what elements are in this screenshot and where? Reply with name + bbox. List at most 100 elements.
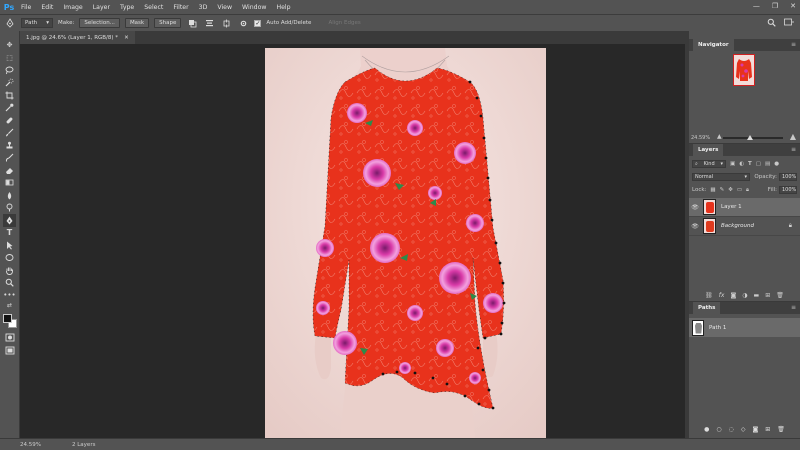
menu-help[interactable]: Help bbox=[271, 4, 295, 11]
workspace-switcher-icon[interactable] bbox=[784, 18, 794, 29]
paths-panel-menu-icon[interactable]: ≡ bbox=[791, 304, 796, 311]
trash-icon[interactable]: 🗑︎ bbox=[777, 426, 785, 436]
foreground-color-swatch[interactable] bbox=[2, 313, 12, 323]
status-document-info[interactable]: 2 Layers bbox=[72, 442, 95, 448]
zoom-out-icon[interactable]: ▲ bbox=[717, 133, 722, 140]
close-tab-icon[interactable]: ✕ bbox=[124, 35, 129, 41]
tool-mode-select[interactable]: Path ▾ bbox=[21, 18, 53, 28]
filter-smart-object-icon[interactable]: ▤ bbox=[765, 161, 770, 167]
menu-view[interactable]: View bbox=[212, 4, 237, 11]
paths-tab[interactable]: Paths bbox=[693, 302, 721, 314]
quick-selection-tool-icon[interactable] bbox=[3, 77, 16, 90]
filter-adjustment-icon[interactable]: ◐ bbox=[739, 161, 744, 167]
new-path-icon[interactable]: ⊞ bbox=[765, 426, 770, 436]
lasso-tool-icon[interactable] bbox=[3, 64, 16, 77]
type-tool-icon[interactable]: T bbox=[3, 227, 16, 240]
menu-layer[interactable]: Layer bbox=[88, 4, 115, 11]
filter-pixel-icon[interactable]: ▣ bbox=[730, 161, 735, 167]
zoom-tool-icon[interactable] bbox=[3, 277, 16, 290]
close-icon[interactable]: ✕ bbox=[790, 2, 796, 10]
add-mask-icon[interactable]: ◙ bbox=[752, 426, 758, 436]
make-shape-button[interactable]: Shape bbox=[154, 18, 182, 28]
crop-tool-icon[interactable] bbox=[3, 89, 16, 102]
ellipse-tool-icon[interactable] bbox=[3, 252, 16, 265]
filter-type-icon[interactable]: T bbox=[748, 161, 752, 167]
minimize-icon[interactable]: — bbox=[753, 2, 760, 10]
zoom-slider-handle[interactable] bbox=[747, 135, 753, 140]
filter-toggle-icon[interactable]: ● bbox=[774, 161, 779, 167]
align-edges-checkbox-label[interactable]: Align Edges bbox=[328, 20, 360, 26]
screen-mode-icon[interactable] bbox=[3, 344, 16, 357]
filter-shape-icon[interactable]: ▢ bbox=[756, 161, 761, 167]
path-row-path-1[interactable]: Path 1 bbox=[689, 318, 800, 337]
lock-all-icon[interactable]: 🔒︎ bbox=[746, 187, 749, 194]
menu-select[interactable]: Select bbox=[139, 4, 168, 11]
fill-input[interactable]: 100% bbox=[779, 186, 797, 194]
document-tab[interactable]: 1.jpg @ 24.6% (Layer 1, RGB/8) * ✕ bbox=[20, 31, 135, 44]
quick-mask-icon[interactable] bbox=[3, 332, 16, 345]
navigator-zoom-value[interactable]: 24.59% bbox=[691, 135, 710, 141]
rectangular-marquee-tool-icon[interactable]: ⬚ bbox=[3, 52, 16, 65]
make-mask-button[interactable]: Mask bbox=[124, 18, 150, 28]
layer-kind-filter[interactable]: ⌕ Kind ▾ bbox=[692, 160, 726, 168]
panel-menu-icon[interactable]: ≡ bbox=[791, 41, 796, 48]
history-brush-tool-icon[interactable] bbox=[3, 152, 16, 165]
layer-row-background[interactable]: 👁︎ Background 🔒︎ bbox=[689, 217, 800, 236]
menu-type[interactable]: Type bbox=[115, 4, 139, 11]
lock-artboard-icon[interactable]: ▭ bbox=[737, 187, 742, 193]
make-work-path-icon[interactable]: ◇ bbox=[741, 426, 746, 436]
eyedropper-tool-icon[interactable] bbox=[3, 102, 16, 115]
maximize-icon[interactable]: ❐ bbox=[772, 2, 778, 10]
lock-image-icon[interactable]: ✎ bbox=[720, 187, 725, 193]
healing-brush-tool-icon[interactable] bbox=[3, 114, 16, 127]
navigator-thumbnail[interactable] bbox=[733, 54, 755, 86]
fill-path-icon[interactable]: ● bbox=[704, 426, 709, 436]
zoom-in-icon[interactable]: ▲ bbox=[790, 132, 796, 141]
hand-tool-icon[interactable] bbox=[3, 264, 16, 277]
lock-position-icon[interactable]: ✥ bbox=[728, 187, 733, 193]
brush-tool-icon[interactable] bbox=[3, 127, 16, 140]
menu-filter[interactable]: Filter bbox=[168, 4, 193, 11]
lock-icon[interactable]: 🔒︎ bbox=[789, 222, 792, 230]
canvas-area[interactable] bbox=[20, 44, 685, 438]
pen-tool-icon[interactable] bbox=[3, 214, 16, 227]
lock-transparent-icon[interactable]: ▦ bbox=[710, 187, 715, 193]
visibility-eye-icon[interactable]: 👁︎ bbox=[689, 223, 701, 230]
eraser-tool-icon[interactable] bbox=[3, 164, 16, 177]
product-photo[interactable] bbox=[265, 48, 546, 438]
menu-file[interactable]: File bbox=[16, 4, 36, 11]
gear-icon[interactable] bbox=[237, 18, 249, 29]
menu-window[interactable]: Window bbox=[237, 4, 271, 11]
auto-add-delete-checkbox[interactable]: ✓ bbox=[254, 19, 262, 27]
layers-tab[interactable]: Layers bbox=[693, 144, 724, 156]
make-selection-button[interactable]: Selection... bbox=[79, 18, 120, 28]
search-icon[interactable] bbox=[767, 18, 776, 29]
gradient-tool-icon[interactable] bbox=[3, 177, 16, 190]
stroke-path-icon[interactable]: ○ bbox=[716, 426, 721, 436]
blur-tool-icon[interactable] bbox=[3, 189, 16, 202]
clone-stamp-tool-icon[interactable] bbox=[3, 139, 16, 152]
opacity-input[interactable]: 100% bbox=[779, 173, 797, 181]
color-swatches[interactable] bbox=[2, 313, 17, 328]
path-operations-icon[interactable] bbox=[186, 18, 198, 29]
swap-colors-icon[interactable]: ⇄ bbox=[3, 302, 16, 310]
load-path-as-selection-icon[interactable]: ◌ bbox=[729, 426, 734, 436]
move-tool-icon[interactable]: ✥ bbox=[3, 39, 16, 52]
pen-tool-preset-icon[interactable] bbox=[4, 18, 16, 29]
path-arrangement-icon[interactable] bbox=[220, 18, 232, 29]
document-canvas[interactable] bbox=[265, 48, 546, 438]
navigator-zoom-slider[interactable] bbox=[723, 135, 783, 140]
layer-row-layer-1[interactable]: 👁︎ Layer 1 bbox=[689, 198, 800, 217]
dodge-tool-icon[interactable] bbox=[3, 202, 16, 215]
blend-mode-select[interactable]: Normal ▾ bbox=[692, 173, 750, 181]
path-selection-tool-icon[interactable] bbox=[3, 239, 16, 252]
menu-3d[interactable]: 3D bbox=[194, 4, 213, 11]
menu-image[interactable]: Image bbox=[58, 4, 87, 11]
menu-edit[interactable]: Edit bbox=[36, 4, 58, 11]
path-alignment-icon[interactable] bbox=[203, 18, 215, 29]
status-zoom[interactable]: 24.59% bbox=[0, 442, 50, 448]
visibility-eye-icon[interactable]: 👁︎ bbox=[689, 204, 701, 211]
more-tools-icon[interactable]: ••• bbox=[3, 289, 16, 302]
layers-panel-menu-icon[interactable]: ≡ bbox=[791, 146, 796, 153]
navigator-tab[interactable]: Navigator bbox=[693, 39, 734, 51]
